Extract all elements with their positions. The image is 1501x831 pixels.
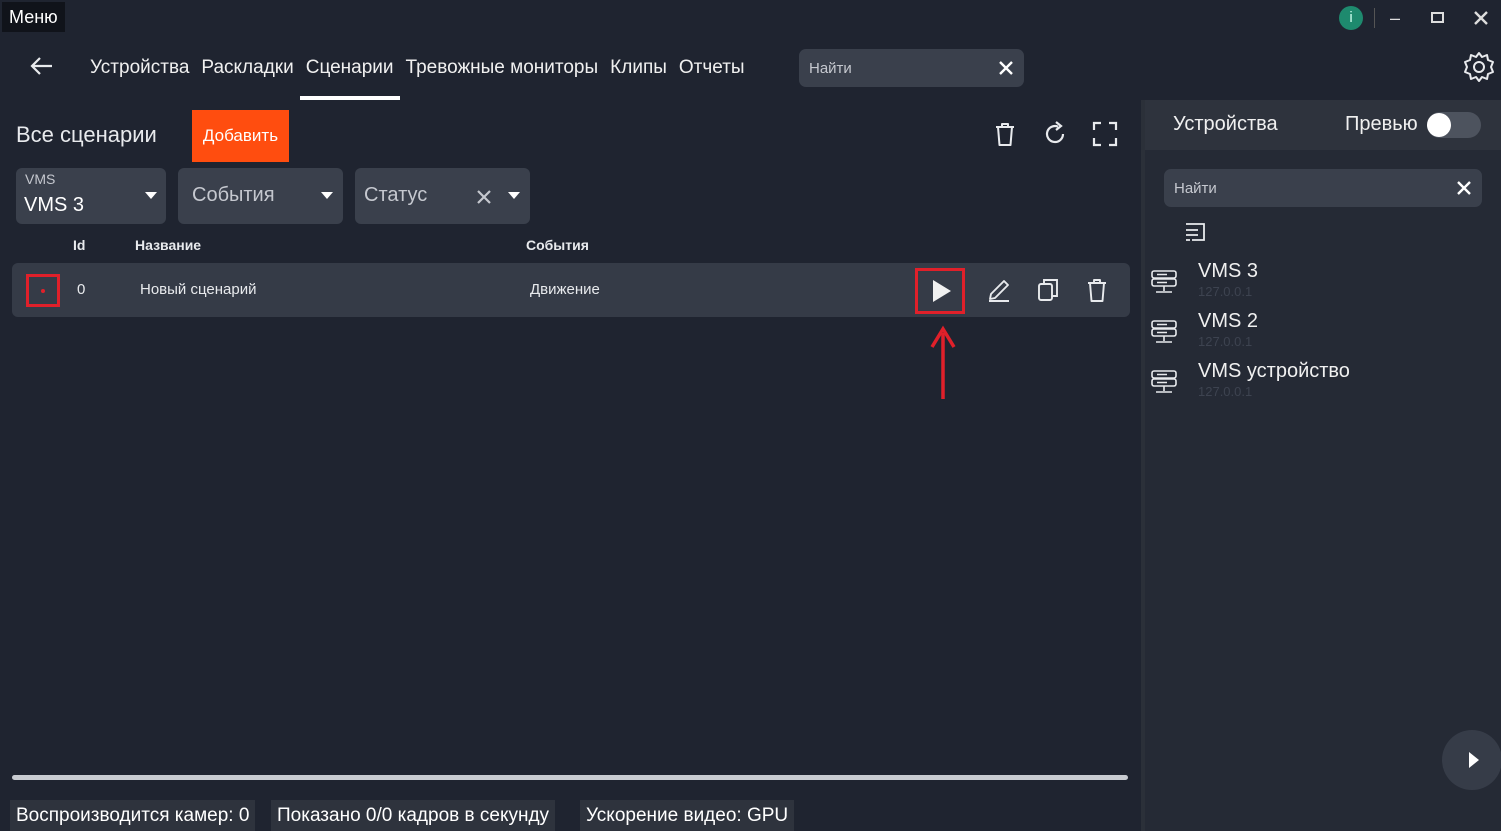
- device-item[interactable]: VMS 2 127.0.0.1: [1145, 310, 1501, 358]
- column-header-id[interactable]: Id: [73, 237, 85, 253]
- devices-side-panel: Устройства Превью VMS 3 127.0.0.1 VMS 2 …: [1145, 100, 1501, 831]
- maximize-icon[interactable]: [1424, 4, 1452, 32]
- navigation-bar: Устройства Раскладки Сценарии Тревожные …: [0, 36, 1501, 100]
- device-name: VMS 3: [1198, 260, 1259, 282]
- gear-icon[interactable]: [1462, 50, 1496, 84]
- side-panel-title: Устройства: [1173, 113, 1278, 135]
- titlebar-divider: [1374, 8, 1375, 28]
- side-panel-header: Устройства Превью: [1145, 100, 1501, 150]
- status-cameras: Воспроизводится камер: 0: [10, 800, 256, 831]
- chevron-down-icon: [508, 192, 520, 199]
- tab-scenarios[interactable]: Сценарии: [299, 52, 400, 100]
- preview-label: Превью: [1345, 113, 1418, 135]
- vms-filter-value: VMS 3: [24, 194, 85, 216]
- menu-button[interactable]: Меню: [2, 2, 65, 32]
- server-icon: [1150, 368, 1178, 396]
- page-title: Все сценарии: [16, 122, 157, 147]
- tab-reports[interactable]: Отчеты: [673, 52, 751, 84]
- annotation-arrow-icon: [930, 325, 956, 399]
- chevron-down-icon: [145, 192, 157, 199]
- minimize-icon[interactable]: –: [1381, 4, 1409, 32]
- device-group-icon[interactable]: [1182, 218, 1210, 246]
- device-name: VMS 2: [1198, 310, 1259, 332]
- close-window-icon[interactable]: [1467, 4, 1495, 32]
- tab-alarm-monitors[interactable]: Тревожные мониторы: [400, 52, 605, 84]
- title-bar: Меню i –: [0, 0, 1501, 36]
- tab-clips[interactable]: Клипы: [604, 52, 673, 84]
- side-search-input[interactable]: [1174, 169, 1444, 207]
- column-header-name[interactable]: Название: [135, 237, 201, 253]
- status-acceleration: Ускорение видео: GPU: [580, 800, 795, 831]
- clear-side-search-icon[interactable]: [1452, 169, 1476, 207]
- info-icon[interactable]: i: [1339, 6, 1363, 30]
- events-filter-placeholder: События: [192, 184, 275, 206]
- horizontal-scrollbar[interactable]: [12, 775, 1128, 780]
- scenarios-panel: Все сценарии Добавить VMS VMS 3 События …: [0, 100, 1141, 800]
- nav-tabs: Устройства Раскладки Сценарии Тревожные …: [84, 52, 751, 100]
- status-filter-placeholder: Статус: [364, 184, 428, 206]
- nav-search-input[interactable]: [809, 49, 989, 87]
- vms-filter-label: VMS: [25, 171, 56, 187]
- expand-panel-button[interactable]: [1442, 730, 1501, 790]
- tab-layouts[interactable]: Раскладки: [195, 52, 299, 84]
- play-icon: [933, 280, 951, 302]
- events-filter[interactable]: События: [178, 168, 343, 224]
- copy-icon[interactable]: [1034, 276, 1062, 304]
- table-row[interactable]: 0 Новый сценарий Движение: [12, 263, 1130, 317]
- device-ip: 127.0.0.1: [1198, 384, 1253, 399]
- device-item[interactable]: VMS 3 127.0.0.1: [1145, 260, 1501, 308]
- status-dot: [41, 289, 45, 293]
- row-id: 0: [77, 281, 86, 298]
- status-indicator: [26, 274, 60, 307]
- row-events: Движение: [530, 281, 600, 298]
- side-search-box: [1164, 169, 1482, 207]
- device-ip: 127.0.0.1: [1198, 284, 1253, 299]
- column-header-events[interactable]: События: [526, 237, 589, 253]
- device-name: VMS устройство: [1198, 360, 1350, 382]
- server-icon: [1150, 318, 1178, 346]
- back-arrow-icon[interactable]: [26, 50, 58, 82]
- clear-status-icon[interactable]: [475, 182, 493, 218]
- tab-devices[interactable]: Устройства: [84, 52, 195, 84]
- clear-search-icon[interactable]: [994, 49, 1018, 87]
- toggle-knob: [1427, 113, 1451, 137]
- add-scenario-button[interactable]: Добавить: [192, 110, 289, 162]
- fullscreen-icon[interactable]: [1091, 120, 1119, 148]
- chevron-right-icon: [1469, 752, 1479, 768]
- nav-search-box: [799, 49, 1024, 87]
- status-fps: Показано 0/0 кадров в секунду: [271, 800, 556, 831]
- preview-toggle[interactable]: [1427, 112, 1481, 138]
- edit-icon[interactable]: [985, 276, 1013, 304]
- vms-filter[interactable]: VMS VMS 3: [16, 168, 166, 224]
- refresh-icon[interactable]: [1041, 120, 1069, 148]
- server-icon: [1150, 268, 1178, 296]
- device-item[interactable]: VMS устройство 127.0.0.1: [1145, 360, 1501, 408]
- device-ip: 127.0.0.1: [1198, 334, 1253, 349]
- status-filter[interactable]: Статус: [355, 168, 530, 224]
- delete-row-icon[interactable]: [1083, 276, 1111, 304]
- run-scenario-button[interactable]: [915, 268, 965, 314]
- chevron-down-icon: [321, 192, 333, 199]
- row-name: Новый сценарий: [140, 281, 257, 298]
- trash-icon[interactable]: [991, 120, 1019, 148]
